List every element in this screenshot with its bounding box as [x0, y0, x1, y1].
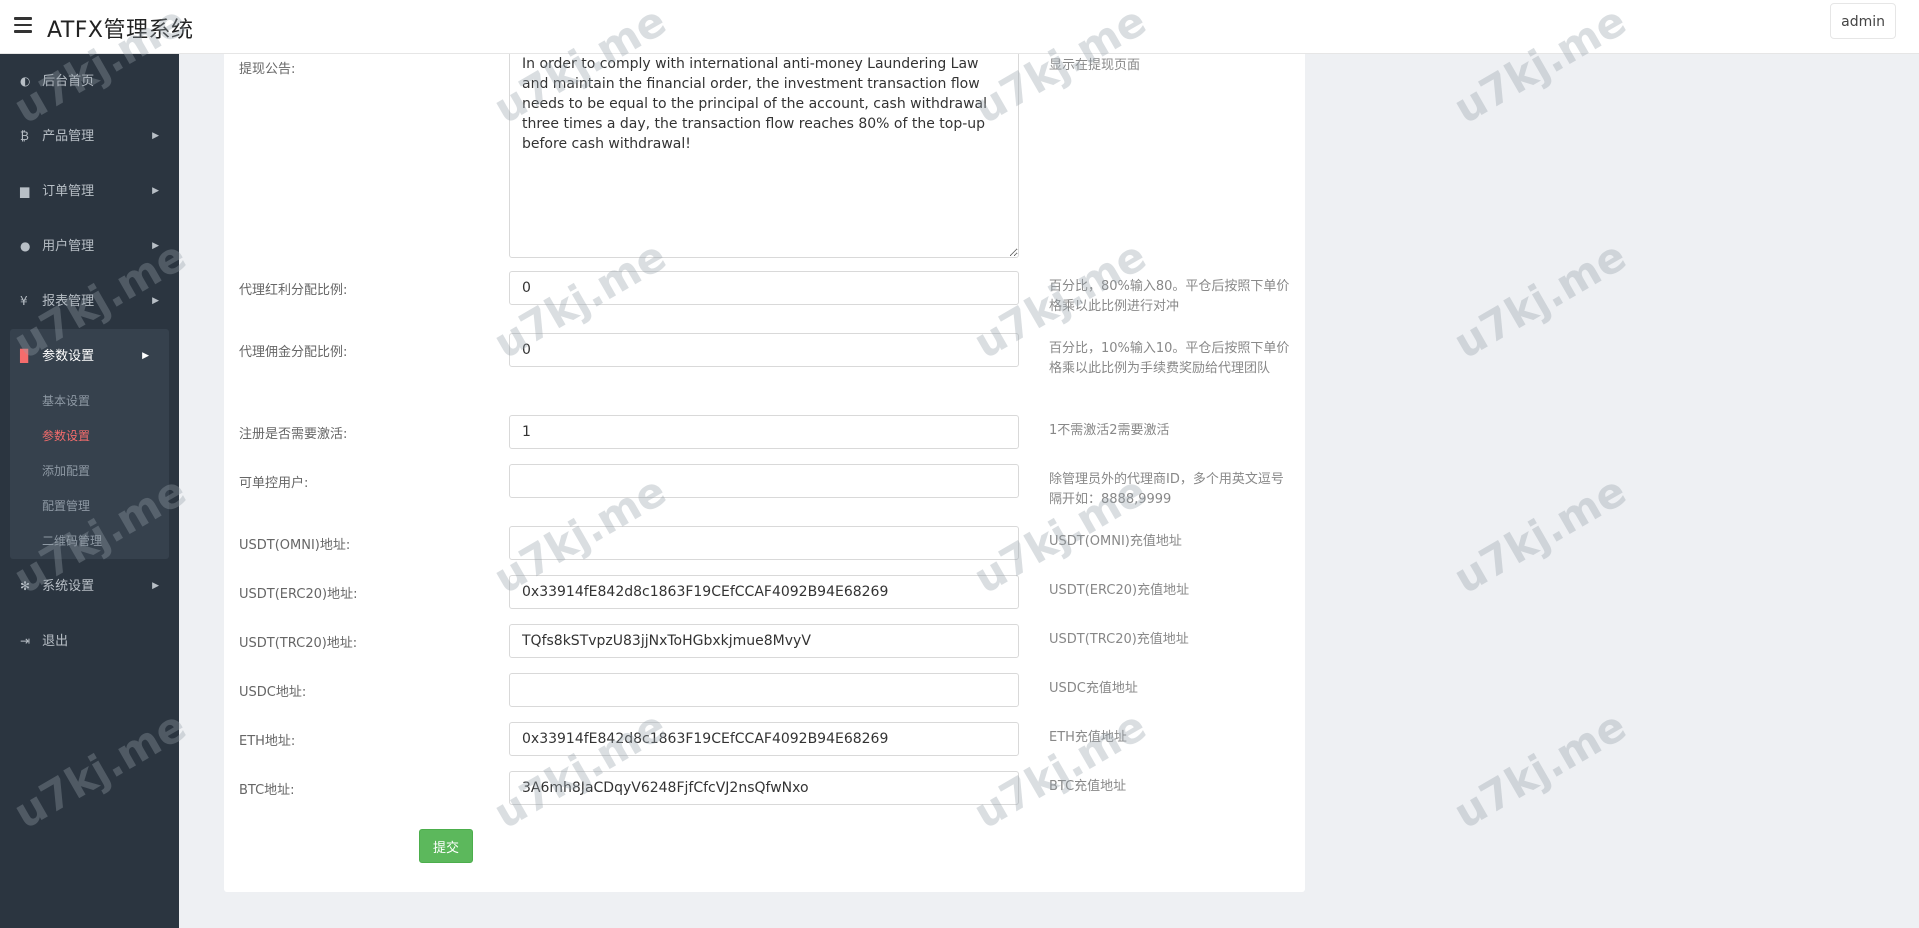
agent-dividend-input[interactable] — [509, 271, 1019, 305]
copy-icon: ▉ — [20, 349, 30, 363]
sidebar-subitem-params[interactable]: 参数设置 — [10, 419, 169, 454]
field-hint: 百分比，10%输入10。平仓后按照下单价格乘以此比例为手续费奖励给代理团队 — [1049, 341, 1290, 376]
sidebar-group-params: ▉ 参数设置 ▶ 基本设置 参数设置 添加配置 配置管理 二维码管理 — [10, 329, 169, 559]
field-label: USDT(TRC20)地址: — [239, 636, 358, 651]
chevron-right-icon: ▶ — [152, 131, 159, 141]
field-hint: 1不需激活2需要激活 — [1049, 423, 1170, 438]
chevron-right-icon: ▶ — [142, 351, 149, 361]
sidebar-subitem-basic[interactable]: 基本设置 — [10, 384, 169, 419]
sidebar-item-logout[interactable]: ⇥ 退出 — [0, 614, 179, 669]
sidebar: ◐ 后台首页 ₿ 产品管理 ▶ ▆ 订单管理 ▶ ● 用户管理 ▶ ¥ 报表管理… — [0, 54, 179, 928]
orders-icon: ▆ — [20, 184, 30, 198]
sidebar-item-system[interactable]: ✻ 系统设置 ▶ — [0, 559, 179, 614]
usdt-omni-input[interactable] — [509, 526, 1019, 560]
sidebar-item-label: 参数设置 — [42, 349, 95, 364]
field-hint: USDT(TRC20)充值地址 — [1049, 632, 1189, 647]
field-hint: BTC充值地址 — [1049, 779, 1127, 794]
agent-commission-input[interactable] — [509, 333, 1019, 367]
top-header: ATFX管理系统 admin — [0, 0, 1919, 54]
sidebar-item-label: 订单管理 — [42, 184, 95, 199]
sidebar-item-label: 用户管理 — [42, 239, 95, 254]
chevron-right-icon: ▶ — [152, 296, 159, 306]
dashboard-icon: ◐ — [20, 74, 31, 88]
controllable-users-input[interactable] — [509, 464, 1019, 498]
usdt-trc20-input[interactable] — [509, 624, 1019, 658]
chevron-right-icon: ▶ — [152, 581, 159, 591]
field-label: 注册是否需要激活: — [239, 427, 348, 442]
field-label: USDC地址: — [239, 685, 307, 700]
sidebar-item-params[interactable]: ▉ 参数设置 ▶ — [10, 329, 169, 384]
field-hint: 百分比，80%输入80。平仓后按照下单价格乘以此比例进行对冲 — [1049, 279, 1290, 314]
field-label: BTC地址: — [239, 783, 295, 798]
field-label: 可单控用户: — [239, 476, 309, 491]
field-hint: ETH充值地址 — [1049, 730, 1127, 745]
sidebar-item-label: 退出 — [42, 634, 69, 649]
field-label: USDT(ERC20)地址: — [239, 587, 358, 602]
sidebar-item-home[interactable]: ◐ 后台首页 — [0, 54, 179, 109]
sidebar-subitem-qrcode[interactable]: 二维码管理 — [10, 524, 169, 559]
user-menu[interactable]: admin — [1830, 3, 1896, 39]
watermark-text: u7kj.me — [1445, 230, 1635, 369]
sidebar-item-reports[interactable]: ¥ 报表管理 ▶ — [0, 274, 179, 329]
watermark-text: u7kj.me — [1445, 700, 1635, 839]
menu-toggle-icon[interactable] — [14, 17, 32, 33]
field-hint: USDT(OMNI)充值地址 — [1049, 534, 1182, 549]
usdt-erc20-input[interactable] — [509, 575, 1019, 609]
sidebar-item-users[interactable]: ● 用户管理 ▶ — [0, 219, 179, 274]
field-hint: USDC充值地址 — [1049, 681, 1138, 696]
sidebar-item-products[interactable]: ₿ 产品管理 ▶ — [0, 109, 179, 164]
withdraw-notice-textarea[interactable]: In order to comply with international an… — [509, 50, 1019, 258]
sidebar-item-label: 后台首页 — [42, 74, 95, 89]
settings-form-card: 提现公告: In order to comply with internatio… — [224, 40, 1305, 892]
watermark-text: u7kj.me — [1445, 465, 1635, 604]
app-title: ATFX管理系统 — [47, 18, 194, 43]
cogs-icon: ✻ — [20, 579, 31, 593]
sidebar-subitem-config-manage[interactable]: 配置管理 — [10, 489, 169, 524]
field-label: USDT(OMNI)地址: — [239, 538, 351, 553]
sidebar-item-label: 产品管理 — [42, 129, 95, 144]
usdc-input[interactable] — [509, 673, 1019, 707]
register-activate-input[interactable] — [509, 415, 1019, 449]
field-hint: 显示在提现页面 — [1049, 58, 1141, 73]
sign-out-icon: ⇥ — [20, 634, 31, 648]
field-label: 代理佣金分配比例: — [239, 345, 348, 360]
sidebar-item-label: 报表管理 — [42, 294, 95, 309]
sidebar-subitem-add-config[interactable]: 添加配置 — [10, 454, 169, 489]
field-label: ETH地址: — [239, 734, 296, 749]
field-hint: USDT(ERC20)充值地址 — [1049, 583, 1190, 598]
chevron-right-icon: ▶ — [152, 186, 159, 196]
bitcoin-icon: ₿ — [20, 129, 29, 143]
yen-icon: ¥ — [20, 294, 28, 308]
sidebar-item-orders[interactable]: ▆ 订单管理 ▶ — [0, 164, 179, 219]
chevron-right-icon: ▶ — [152, 241, 159, 251]
submit-button[interactable]: 提交 — [419, 829, 473, 863]
btc-input[interactable] — [509, 771, 1019, 805]
sidebar-item-label: 系统设置 — [42, 579, 95, 594]
field-label: 提现公告: — [239, 62, 296, 77]
user-icon: ● — [20, 239, 31, 253]
field-label: 代理红利分配比例: — [239, 283, 348, 298]
field-hint: 除管理员外的代理商ID，多个用英文逗号隔开如：8888,9999 — [1049, 472, 1284, 507]
eth-input[interactable] — [509, 722, 1019, 756]
